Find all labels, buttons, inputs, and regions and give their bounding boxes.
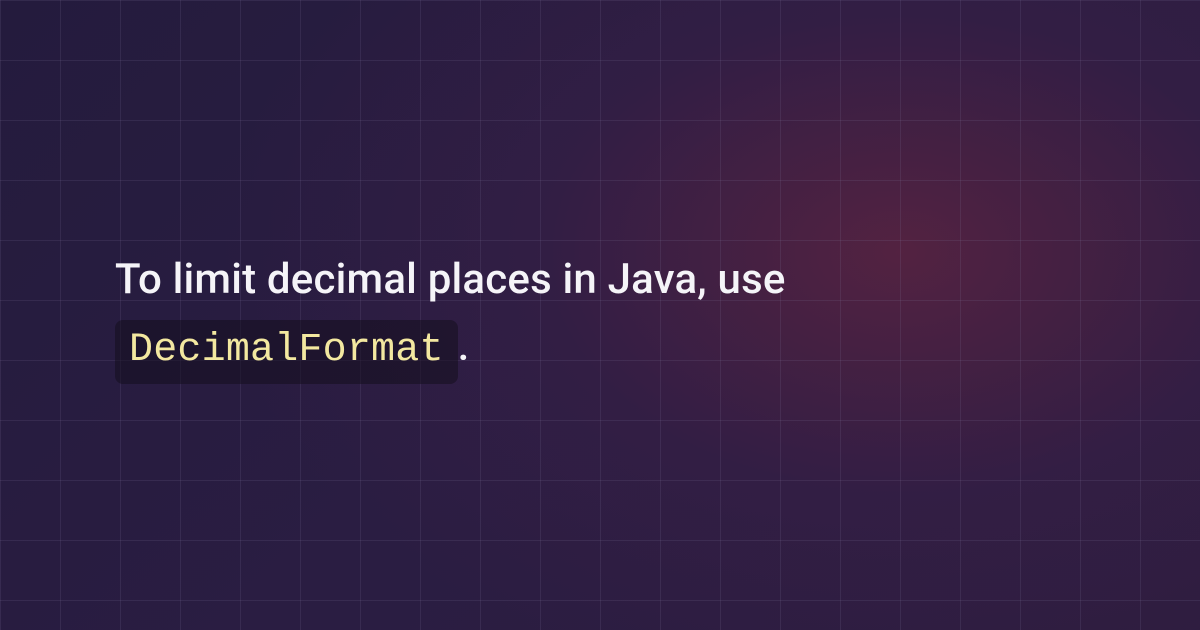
headline-text: To limit decimal places in Java, use Dec… <box>115 246 900 384</box>
card-content: To limit decimal places in Java, use Dec… <box>0 246 1000 384</box>
code-token: DecimalFormat <box>115 320 458 384</box>
og-card: To limit decimal places in Java, use Dec… <box>0 0 1200 630</box>
headline-post: . <box>458 322 470 371</box>
headline-pre: To limit decimal places in Java, use <box>115 255 786 304</box>
